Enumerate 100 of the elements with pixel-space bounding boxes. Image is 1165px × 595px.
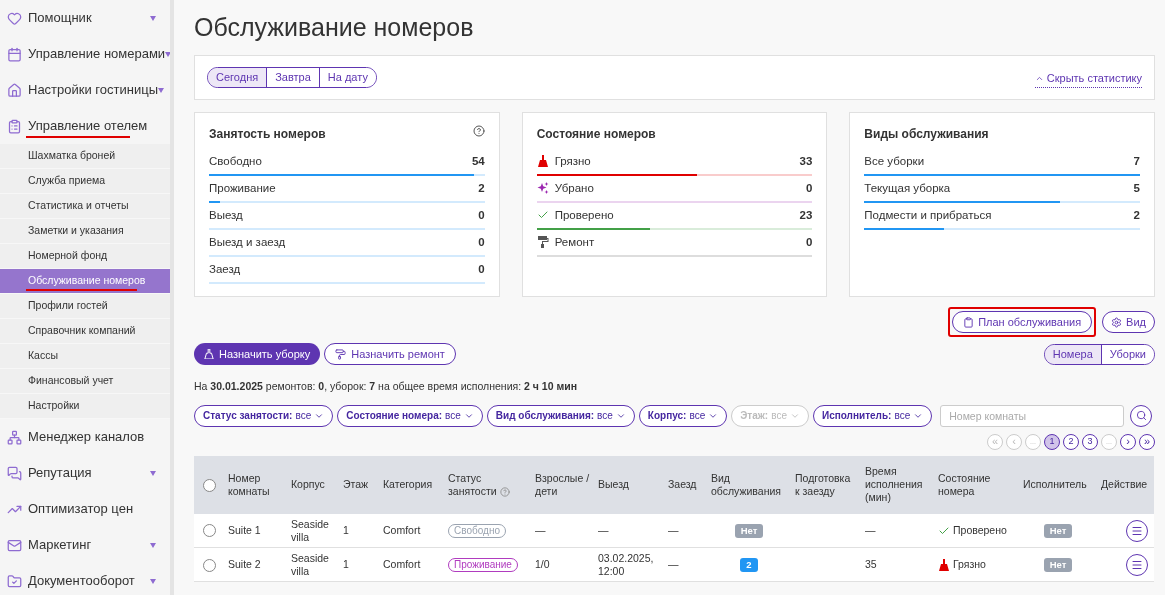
submenu-item[interactable]: Шахматка броней bbox=[0, 144, 170, 169]
stat-label: Свободно bbox=[209, 153, 262, 169]
sidebar-item[interactable]: Менеджер каналов bbox=[0, 419, 170, 455]
card-title: Занятость номеров bbox=[209, 126, 326, 143]
table-cell: 1/0 bbox=[531, 547, 594, 582]
column-header: Вид обслуживания bbox=[707, 455, 791, 514]
filter-dropdown[interactable]: Исполнитель: все bbox=[812, 404, 933, 427]
date-tab[interactable]: Сегодня bbox=[208, 68, 267, 87]
sidebar-item[interactable]: Оптимизатор цен bbox=[0, 491, 170, 527]
room-state: Проверено bbox=[953, 522, 1007, 538]
nav-icon bbox=[7, 82, 22, 98]
caret-icon bbox=[165, 51, 170, 57]
table-cell: Suite 1 bbox=[224, 513, 287, 548]
caret-icon bbox=[158, 87, 164, 93]
table-cell: Suite 2 bbox=[224, 547, 287, 582]
stat-label: Грязно bbox=[554, 153, 591, 169]
assign-repair-button[interactable]: Назначить ремонт bbox=[324, 343, 456, 365]
hide-stats-link[interactable]: Скрыть статистику bbox=[1034, 70, 1142, 88]
nav-icon bbox=[7, 10, 22, 26]
clipboard-icon bbox=[963, 316, 975, 328]
room-search-field[interactable]: Номер комнаты bbox=[940, 404, 1125, 427]
stat-label: Подмести и прибраться bbox=[864, 207, 992, 223]
filter-dropdown[interactable]: Состояние номера: все bbox=[337, 404, 483, 427]
table-cell: Seaside villa bbox=[287, 547, 339, 582]
filter-dropdown[interactable]: Статус занятости: все bbox=[194, 404, 334, 427]
sidebar-item-label: Настройки гостиницы bbox=[28, 81, 158, 100]
sidebar-item[interactable]: Настройки гостиницы bbox=[0, 72, 170, 108]
stat-value: 33 bbox=[799, 153, 813, 169]
submenu-item[interactable]: Служба приема bbox=[0, 169, 170, 194]
pager-button[interactable]: › bbox=[1120, 433, 1136, 450]
nav-icon bbox=[7, 465, 22, 481]
stat-value: 0 bbox=[478, 207, 485, 223]
paint-roller-icon bbox=[335, 348, 347, 360]
stat-value: 7 bbox=[1133, 153, 1140, 169]
table-cell: 03.02.2025, 12:00 bbox=[594, 547, 664, 582]
menu-icon bbox=[1131, 558, 1143, 571]
submenu-item[interactable]: Заметки и указания bbox=[0, 219, 170, 244]
sidebar-item[interactable]: Управление отелем bbox=[0, 108, 170, 144]
stat-label: Ремонт bbox=[554, 234, 595, 250]
date-tab[interactable]: На дату bbox=[318, 68, 376, 87]
stat-label: Заезд bbox=[209, 261, 241, 277]
stat-label: Выезд bbox=[209, 207, 243, 223]
row-checkbox[interactable] bbox=[202, 524, 216, 538]
search-button[interactable] bbox=[1130, 404, 1153, 427]
mode-tab[interactable]: Номера bbox=[1044, 344, 1101, 364]
pager-button[interactable]: » bbox=[1139, 433, 1155, 450]
stat-value: 0 bbox=[478, 261, 485, 277]
column-header: Номер комнаты bbox=[224, 455, 287, 514]
executor-badge: Нет bbox=[1043, 557, 1073, 572]
nav-icon bbox=[7, 537, 22, 553]
submenu-item[interactable]: Обслуживание номеров bbox=[0, 269, 170, 294]
submenu-item[interactable]: Профили гостей bbox=[0, 294, 170, 319]
column-header: Состояние номера bbox=[934, 455, 1019, 514]
actions-menu-button[interactable] bbox=[1126, 553, 1148, 576]
table-cell: Seaside villa bbox=[287, 513, 339, 548]
column-header: Выезд bbox=[594, 455, 664, 514]
broom-icon bbox=[938, 558, 950, 571]
table-cell: — bbox=[861, 513, 934, 548]
submenu-item[interactable]: Статистика и отчеты bbox=[0, 194, 170, 219]
pager-button[interactable]: 3 bbox=[1082, 433, 1098, 450]
view-button[interactable]: Вид bbox=[1102, 311, 1155, 333]
column-header: Категория bbox=[379, 455, 444, 514]
assign-cleaning-button[interactable]: Назначить уборку bbox=[194, 343, 321, 365]
sidebar-item-label: Управление номерами bbox=[28, 45, 166, 64]
help-icon[interactable] bbox=[472, 125, 485, 137]
column-header: Подготовка к заезду bbox=[791, 455, 861, 514]
pager-button[interactable]: 1 bbox=[1044, 433, 1060, 450]
stat-value: 5 bbox=[1133, 180, 1140, 196]
table-cell: — bbox=[664, 513, 707, 548]
table-cell: — bbox=[594, 513, 664, 548]
sidebar-item-label: Маркетинг bbox=[28, 536, 92, 555]
room-state: Грязно bbox=[953, 556, 986, 572]
mode-tab[interactable]: Уборки bbox=[1100, 344, 1154, 364]
filter-dropdown[interactable]: Корпус: все bbox=[638, 404, 728, 427]
pager-button[interactable]: 2 bbox=[1063, 433, 1079, 450]
filter-dropdown[interactable]: Вид обслуживания: все bbox=[486, 404, 635, 427]
sidebar-item[interactable]: Управление номерами bbox=[0, 36, 170, 72]
row-checkbox[interactable] bbox=[202, 558, 216, 572]
submenu-item[interactable]: Справочник компаний bbox=[0, 319, 170, 344]
actions-menu-button[interactable] bbox=[1126, 519, 1148, 542]
sidebar-item-label: Документооборот bbox=[28, 572, 135, 591]
stat-label: Проверено bbox=[554, 207, 614, 223]
table-cell: Comfort bbox=[379, 547, 444, 582]
sidebar-item[interactable]: Помощник bbox=[0, 0, 170, 36]
nav-icon bbox=[7, 429, 22, 445]
stat-value: 0 bbox=[805, 234, 813, 250]
sidebar-item[interactable]: Маркетинг bbox=[0, 527, 170, 563]
broom-icon bbox=[204, 349, 214, 359]
table-cell: — bbox=[664, 547, 707, 582]
plan-button[interactable]: План обслуживания bbox=[952, 311, 1093, 333]
stat-label: Все уборки bbox=[864, 153, 925, 169]
sidebar-item[interactable]: Репутация bbox=[0, 455, 170, 491]
submenu-item[interactable]: Финансовый учет bbox=[0, 369, 170, 394]
stat-label: Убрано bbox=[554, 180, 594, 196]
submenu-item[interactable]: Настройки bbox=[0, 394, 170, 419]
column-header: Исполнитель bbox=[1019, 455, 1097, 514]
table-cell: 1 bbox=[339, 547, 379, 582]
sidebar-item[interactable]: Документооборот bbox=[0, 563, 170, 595]
select-all-checkbox[interactable] bbox=[202, 478, 216, 492]
submenu-item[interactable]: Кассы bbox=[0, 344, 170, 369]
